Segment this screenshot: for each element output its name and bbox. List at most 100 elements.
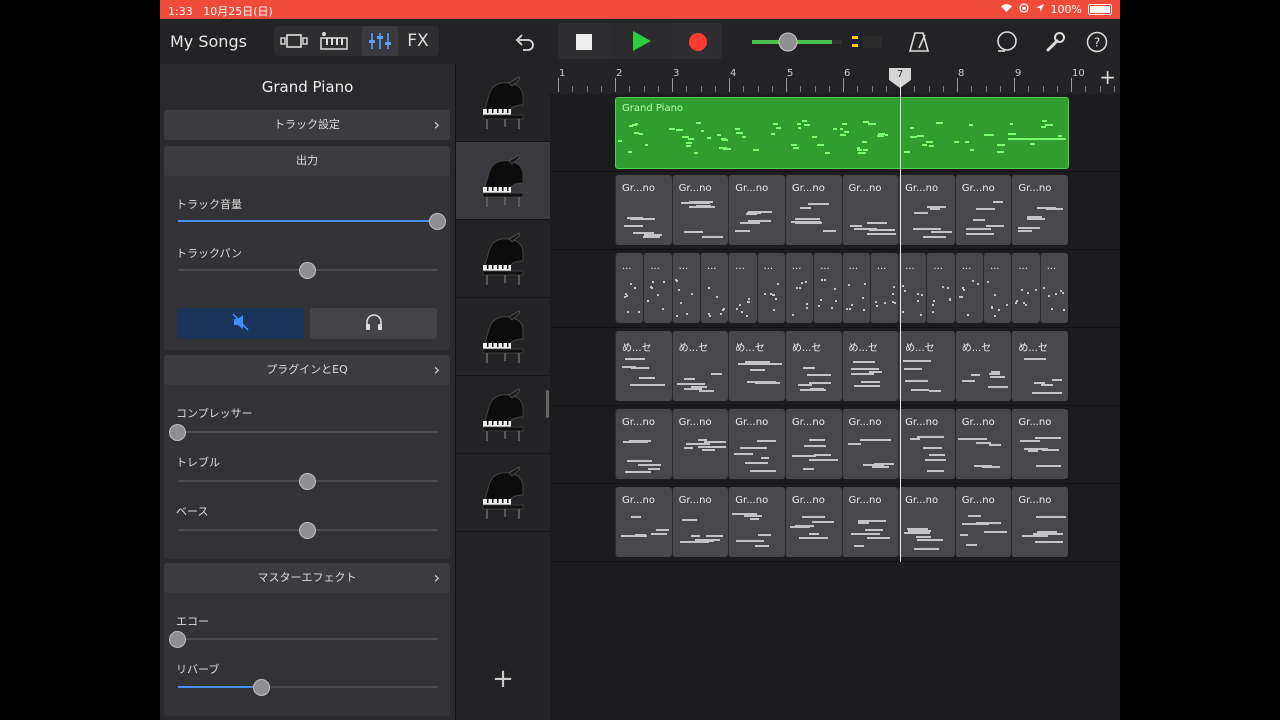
midi-note: [847, 283, 850, 286]
music-region[interactable]: め...セ: [671, 331, 729, 401]
help-icon[interactable]: ?: [1082, 19, 1112, 64]
music-region[interactable]: ...: [813, 253, 842, 323]
music-region[interactable]: ...: [898, 253, 927, 323]
track-lane[interactable]: Grand Piano: [550, 94, 1120, 172]
timeline-ruler[interactable]: + 123456789107: [550, 64, 1120, 95]
music-region[interactable]: Gr...no: [784, 175, 842, 245]
reverb-slider[interactable]: [178, 679, 438, 696]
music-region[interactable]: Gr...no: [1011, 409, 1068, 479]
track-header[interactable]: [456, 142, 550, 220]
track-header[interactable]: [456, 454, 550, 532]
music-region[interactable]: Gr...no: [615, 487, 672, 557]
metronome-icon[interactable]: [904, 19, 934, 64]
bass-slider[interactable]: [178, 522, 438, 539]
compressor-knob[interactable]: [169, 424, 186, 441]
master-effects-button[interactable]: マスターエフェクト ›: [164, 563, 450, 593]
track-settings-button[interactable]: トラック設定 ›: [164, 110, 450, 140]
loop-icon[interactable]: [992, 19, 1022, 64]
solo-button[interactable]: [310, 308, 437, 339]
music-region[interactable]: Gr...no: [898, 409, 955, 479]
music-region[interactable]: Gr...no: [954, 175, 1012, 245]
music-region[interactable]: ...: [784, 253, 814, 323]
music-region[interactable]: め...セ: [1011, 331, 1068, 401]
track-lane[interactable]: Gr...no Gr...no Gr...no Gr...no Gr...no Gr...…: [550, 406, 1120, 484]
fx-button[interactable]: FX: [400, 26, 436, 56]
tracks-area[interactable]: Grand Piano Gr...no Gr...no Gr...no Gr...no G…: [550, 94, 1120, 720]
plugins-eq-button[interactable]: プラグインとEQ ›: [164, 355, 450, 385]
music-region[interactable]: Gr...no: [954, 487, 1012, 557]
music-region[interactable]: Gr...no: [954, 409, 1012, 479]
music-region[interactable]: め...セ: [615, 331, 672, 401]
reverb-knob[interactable]: [253, 679, 270, 696]
mixer-icon[interactable]: [362, 26, 398, 56]
record-icon[interactable]: [674, 19, 722, 64]
music-region[interactable]: Gr...no: [784, 409, 842, 479]
music-region[interactable]: ...: [954, 253, 984, 323]
music-region[interactable]: Gr...no: [841, 175, 899, 245]
mute-button[interactable]: [177, 308, 304, 339]
music-region[interactable]: Gr...no: [1011, 487, 1068, 557]
music-region[interactable]: ...: [671, 253, 700, 323]
play-icon[interactable]: [610, 23, 672, 59]
music-region[interactable]: ...: [699, 253, 729, 323]
music-region[interactable]: Gr...no: [728, 487, 785, 557]
music-region[interactable]: め...セ: [841, 331, 899, 401]
music-region[interactable]: ...: [983, 253, 1012, 323]
add-track-button[interactable]: +: [456, 664, 550, 694]
track-lane[interactable]: Gr...no Gr...no Gr...no Gr...no Gr...no Gr...…: [550, 172, 1120, 250]
bass-knob[interactable]: [299, 522, 316, 539]
music-region[interactable]: Gr...no: [615, 409, 672, 479]
track-header[interactable]: [456, 376, 550, 454]
music-region[interactable]: ...: [643, 253, 672, 323]
music-region[interactable]: め...セ: [784, 331, 842, 401]
lcd-position-slider[interactable]: [750, 19, 890, 64]
music-region[interactable]: ...: [841, 253, 870, 323]
echo-slider[interactable]: [169, 631, 438, 648]
browser-icon[interactable]: [276, 26, 312, 56]
music-region[interactable]: Gr...no: [841, 487, 899, 557]
music-region[interactable]: Gr...no: [841, 409, 899, 479]
wrench-icon[interactable]: [1040, 19, 1070, 64]
music-region[interactable]: Gr...no: [898, 175, 955, 245]
keyboard-icon[interactable]: [316, 26, 352, 56]
my-songs-button[interactable]: My Songs: [170, 19, 247, 64]
music-region[interactable]: Gr...no: [671, 409, 729, 479]
track-volume-knob[interactable]: [429, 213, 446, 230]
treble-slider[interactable]: [178, 473, 438, 490]
track-volume-slider[interactable]: [178, 213, 446, 230]
music-region[interactable]: Gr...no: [728, 409, 785, 479]
music-region[interactable]: め...セ: [728, 331, 785, 401]
music-region[interactable]: Gr...no: [671, 175, 729, 245]
track-header[interactable]: [456, 298, 550, 376]
music-region[interactable]: Grand Piano: [615, 97, 1069, 169]
music-region[interactable]: ...: [926, 253, 955, 323]
scroll-indicator[interactable]: [546, 390, 549, 418]
track-header[interactable]: [456, 220, 550, 298]
music-region[interactable]: ...: [869, 253, 899, 323]
treble-knob[interactable]: [299, 473, 316, 490]
music-region[interactable]: Gr...no: [671, 487, 729, 557]
music-region[interactable]: ...: [615, 253, 644, 323]
music-region[interactable]: ...: [1011, 253, 1040, 323]
track-lane[interactable]: Gr...no Gr...no Gr...no Gr...no Gr...no Gr...…: [550, 484, 1120, 562]
compressor-slider[interactable]: [169, 424, 438, 441]
track-pan-slider[interactable]: [178, 262, 438, 279]
music-region[interactable]: Gr...no: [784, 487, 842, 557]
playhead-line[interactable]: [900, 80, 901, 562]
track-header[interactable]: [456, 64, 550, 142]
music-region[interactable]: Gr...no: [1011, 175, 1068, 245]
music-region[interactable]: Gr...no: [728, 175, 785, 245]
music-region[interactable]: め...セ: [898, 331, 955, 401]
music-region[interactable]: ...: [756, 253, 785, 323]
track-lane[interactable]: め...セ め...セ め...セ め...セ め...セ め...セ め...セ め...セ: [550, 328, 1120, 406]
music-region[interactable]: ...: [1039, 253, 1068, 323]
track-lane[interactable]: ........................................…: [550, 250, 1120, 328]
music-region[interactable]: め...セ: [954, 331, 1012, 401]
music-region[interactable]: Gr...no: [615, 175, 672, 245]
track-pan-knob[interactable]: [299, 262, 316, 279]
undo-icon[interactable]: [510, 19, 540, 64]
stop-icon[interactable]: [560, 19, 608, 64]
music-region[interactable]: Gr...no: [898, 487, 955, 557]
music-region[interactable]: ...: [728, 253, 757, 323]
echo-knob[interactable]: [169, 631, 186, 648]
